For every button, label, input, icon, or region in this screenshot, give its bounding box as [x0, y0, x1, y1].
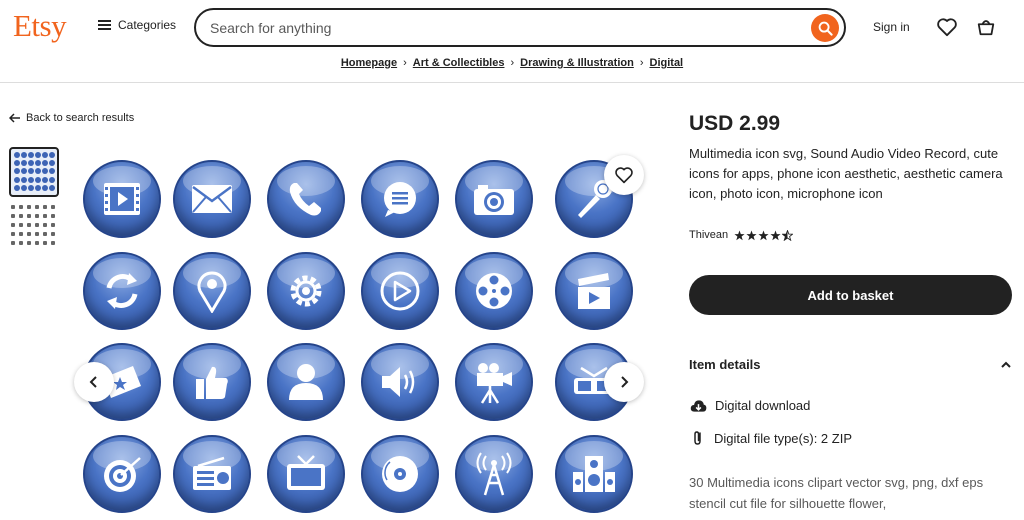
- film-reel-icon: [455, 252, 533, 330]
- add-to-favorites-button[interactable]: [604, 155, 644, 195]
- search-button[interactable]: [811, 14, 839, 42]
- detail-file-type: Digital file type(s): 2 ZIP: [690, 430, 852, 446]
- location-icon: [173, 252, 251, 330]
- add-to-basket-button[interactable]: Add to basket: [689, 275, 1012, 315]
- user-icon: [267, 343, 345, 421]
- chevron-left-icon: [89, 376, 97, 388]
- thumbnail-2[interactable]: [9, 203, 59, 249]
- item-details-toggle[interactable]: Item details: [689, 357, 1012, 372]
- etsy-logo[interactable]: Etsy: [13, 8, 67, 44]
- speaker-icon: [361, 343, 439, 421]
- clapperboard-icon: [555, 252, 633, 330]
- disc-icon: [361, 435, 439, 513]
- play-icon: [361, 252, 439, 330]
- product-image: [78, 147, 646, 520]
- antenna-icon: [455, 435, 533, 513]
- film-icon: [83, 160, 161, 238]
- tv-icon: [267, 435, 345, 513]
- seller-name[interactable]: Thivean: [689, 229, 728, 241]
- detail-text: Digital file type(s): 2 ZIP: [714, 430, 852, 446]
- menu-icon: [98, 20, 111, 30]
- phone-icon: [267, 160, 345, 238]
- previous-image-button[interactable]: [74, 362, 114, 402]
- breadcrumb-art-collectibles[interactable]: Art & Collectibles: [413, 57, 505, 69]
- breadcrumb-separator-icon: ›: [403, 57, 407, 69]
- detail-digital-download: Digital download: [690, 398, 810, 413]
- categories-button[interactable]: Categories: [98, 18, 176, 32]
- mail-icon: [173, 160, 251, 238]
- arrow-left-icon: [9, 113, 20, 123]
- half-star-icon: [782, 229, 794, 241]
- target-icon: [83, 435, 161, 513]
- settings-icon: [267, 252, 345, 330]
- header-divider: [0, 82, 1024, 83]
- search-bar: [194, 8, 846, 47]
- star-icon: [758, 230, 769, 240]
- chevron-up-icon: [1001, 361, 1011, 368]
- categories-label: Categories: [118, 18, 177, 32]
- search-icon: [818, 21, 833, 36]
- paperclip-icon: [694, 431, 701, 445]
- loudspeaker-icon: [555, 435, 633, 513]
- cloud-download-icon: [690, 399, 707, 412]
- seller-info: Thivean: [689, 229, 794, 241]
- favorites-heart-icon[interactable]: [936, 17, 958, 37]
- thumbnail-1[interactable]: [9, 147, 59, 197]
- listing-description: 30 Multimedia icons clipart vector svg, …: [689, 475, 984, 511]
- search-input[interactable]: [210, 18, 790, 38]
- star-icon: [770, 230, 781, 240]
- sign-in-link[interactable]: Sign in: [873, 20, 910, 34]
- video-camera-icon: [455, 343, 533, 421]
- header: Etsy Categories Sign in: [0, 0, 1024, 56]
- back-to-search-link[interactable]: Back to search results: [9, 112, 134, 124]
- breadcrumb: Homepage › Art & Collectibles › Drawing & Il…: [0, 57, 1024, 69]
- refresh-icon: [83, 252, 161, 330]
- price: USD 2.99: [689, 112, 781, 135]
- breadcrumb-homepage[interactable]: Homepage: [341, 57, 397, 69]
- breadcrumb-separator-icon: ›: [510, 57, 515, 69]
- rating-stars: [734, 229, 794, 241]
- item-details-label: Item details: [689, 357, 761, 372]
- breadcrumb-separator-icon: ›: [639, 57, 644, 69]
- heart-icon: [615, 167, 633, 184]
- back-label: Back to search results: [26, 112, 135, 124]
- star-icon: [746, 230, 757, 240]
- breadcrumb-digital[interactable]: Digital: [650, 57, 684, 69]
- breadcrumb-drawing-illustration[interactable]: Drawing & Illustration: [520, 57, 634, 69]
- camera-icon: [455, 160, 533, 238]
- next-image-button[interactable]: [604, 362, 644, 402]
- thumbs-up-icon: [173, 343, 251, 421]
- chevron-right-icon: [621, 376, 629, 388]
- chat-icon: [361, 160, 439, 238]
- basket-icon[interactable]: [976, 17, 996, 37]
- star-icon: [734, 230, 745, 240]
- listing-title: Multimedia icon svg, Sound Audio Video R…: [689, 146, 1003, 201]
- radio-icon: [173, 435, 251, 513]
- detail-text: Digital download: [715, 398, 811, 413]
